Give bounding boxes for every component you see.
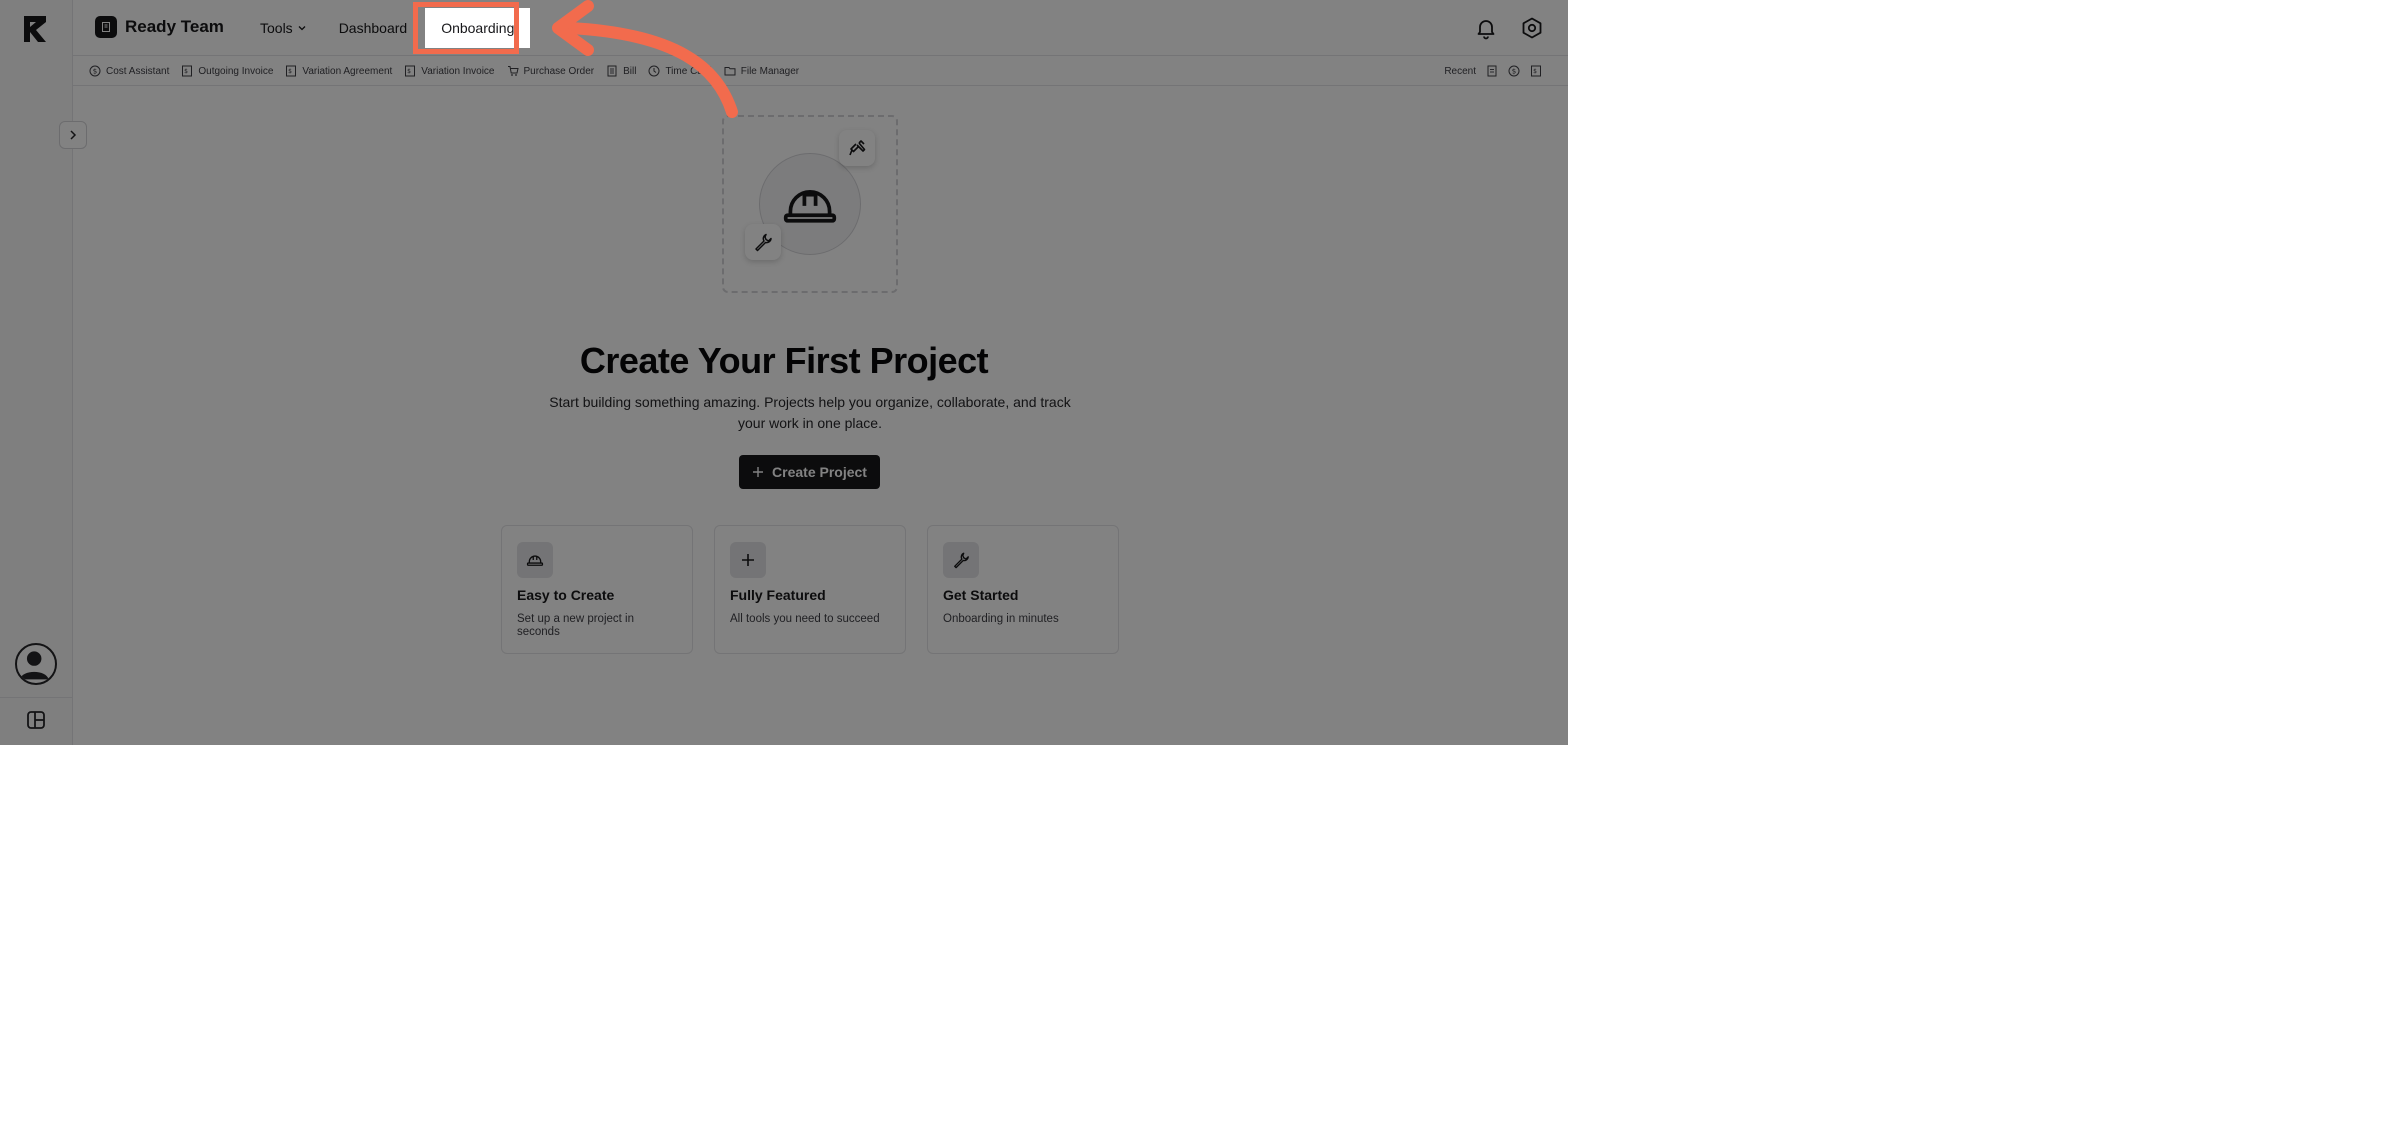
rail-divider xyxy=(0,697,73,698)
wrench-tile xyxy=(745,224,781,260)
quick-link-label: Variation Agreement xyxy=(302,65,393,77)
card-icon-tile xyxy=(730,542,766,578)
svg-text:$: $ xyxy=(289,68,293,75)
clock-icon xyxy=(648,65,660,77)
hard-hat-icon xyxy=(526,555,544,566)
quick-link-purchase-order[interactable]: Purchase Order xyxy=(507,65,595,77)
page-subtitle: Start building something amazing. Projec… xyxy=(549,394,1071,431)
brand-name: Ready Team xyxy=(125,17,224,36)
card-title: Get Started xyxy=(943,587,1019,603)
svg-text:$: $ xyxy=(407,68,411,75)
quick-link-bill[interactable]: Bill xyxy=(606,65,636,77)
nav-onboarding-label: Onboarding xyxy=(441,20,515,36)
quick-link-label: Bill xyxy=(623,65,637,77)
svg-text:$: $ xyxy=(1533,68,1537,75)
chevron-down-icon xyxy=(298,26,306,31)
create-project-button[interactable]: Create Project xyxy=(739,455,880,489)
nav-onboarding[interactable]: Onboarding xyxy=(425,8,531,48)
feature-card-featured: Fully Featured All tools you need to suc… xyxy=(714,525,906,654)
app-logo-icon[interactable] xyxy=(22,14,50,44)
nav-dashboard[interactable]: Dashboard xyxy=(323,8,424,48)
card-icon-tile xyxy=(943,542,979,578)
wrench-icon xyxy=(755,233,772,252)
cart-icon xyxy=(507,66,519,76)
card-description: All tools you need to succeed xyxy=(730,613,880,625)
receipt-icon xyxy=(607,65,617,77)
feature-card-get-started: Get Started Onboarding in minutes xyxy=(927,525,1119,654)
user-icon xyxy=(19,651,49,680)
hammer-tile xyxy=(839,130,875,166)
card-description: Onboarding in minutes xyxy=(943,613,1059,625)
brand[interactable]: Ready Team xyxy=(95,16,224,38)
chevron-right-icon xyxy=(70,130,77,140)
quick-link-variation-agreement[interactable]: $ Variation Agreement xyxy=(285,65,392,77)
svg-text:$: $ xyxy=(184,68,188,75)
main-nav: Tools Dashboard Onboarding xyxy=(260,0,531,56)
nav-tools[interactable]: Tools xyxy=(260,8,323,48)
wrench-icon xyxy=(954,552,969,569)
hard-hat-icon xyxy=(783,190,837,223)
nav-dashboard-label: Dashboard xyxy=(338,20,408,36)
feature-card-easy: Easy to Create Set up a new project in s… xyxy=(501,525,693,654)
quick-link-label: Outgoing Invoice xyxy=(198,65,274,77)
hammer-icon xyxy=(849,140,866,156)
nav-tools-label: Tools xyxy=(260,20,293,36)
user-avatar[interactable] xyxy=(15,643,57,685)
quick-links: $ Cost Assistant $ Outgoing Invoice $ Va… xyxy=(89,56,799,86)
page-title: Create Your First Project xyxy=(579,340,989,381)
layout-icon[interactable] xyxy=(26,710,46,730)
quick-link-label: Variation Invoice xyxy=(421,65,495,77)
card-title: Easy to Create xyxy=(517,587,615,603)
quick-link-label: File Manager xyxy=(740,65,800,77)
building-icon xyxy=(95,16,117,38)
quick-link-cost-assistant[interactable]: $ Cost Assistant xyxy=(89,65,169,77)
plus-icon xyxy=(742,554,754,566)
quick-link-outgoing-invoice[interactable]: $ Outgoing Invoice xyxy=(181,65,273,77)
recent-label: Recent xyxy=(1444,65,1476,77)
expand-sidebar-button[interactable] xyxy=(59,121,87,149)
bell-icon[interactable] xyxy=(1474,16,1498,40)
quick-links-bar: $ Cost Assistant $ Outgoing Invoice $ Va… xyxy=(73,56,1568,86)
quick-link-label: Purchase Order xyxy=(523,65,595,77)
svg-text:$: $ xyxy=(93,68,97,76)
document-icon[interactable] xyxy=(1486,65,1498,77)
card-icon-tile xyxy=(517,542,553,578)
create-project-label: Create Project xyxy=(772,464,867,480)
settings-gear-icon[interactable] xyxy=(1520,16,1544,40)
plus-icon xyxy=(753,467,764,477)
invoice-icon: $ xyxy=(182,65,193,77)
quick-link-label: Cost Assistant xyxy=(106,65,170,77)
card-title: Fully Featured xyxy=(730,587,826,603)
quick-link-label: Time Card xyxy=(665,65,712,77)
invoice-icon: $ xyxy=(286,65,297,77)
dollar-circle-icon: $ xyxy=(89,65,101,77)
dollar-circle-icon[interactable]: $ xyxy=(1508,65,1520,77)
quick-link-time-card[interactable]: Time Card xyxy=(648,65,712,77)
svg-text:$: $ xyxy=(1512,68,1516,76)
top-header: Ready Team Tools Dashboard Onboarding xyxy=(73,0,1568,56)
recent-section: Recent $ $ xyxy=(1444,56,1542,86)
invoice-icon[interactable]: $ xyxy=(1530,65,1542,77)
folder-icon xyxy=(724,67,736,76)
quick-link-file-manager[interactable]: File Manager xyxy=(724,65,799,77)
card-description: Set up a new project in seconds xyxy=(517,613,634,638)
invoice-icon: $ xyxy=(405,65,416,77)
header-actions xyxy=(1474,16,1544,40)
quick-link-variation-invoice[interactable]: $ Variation Invoice xyxy=(404,65,495,77)
